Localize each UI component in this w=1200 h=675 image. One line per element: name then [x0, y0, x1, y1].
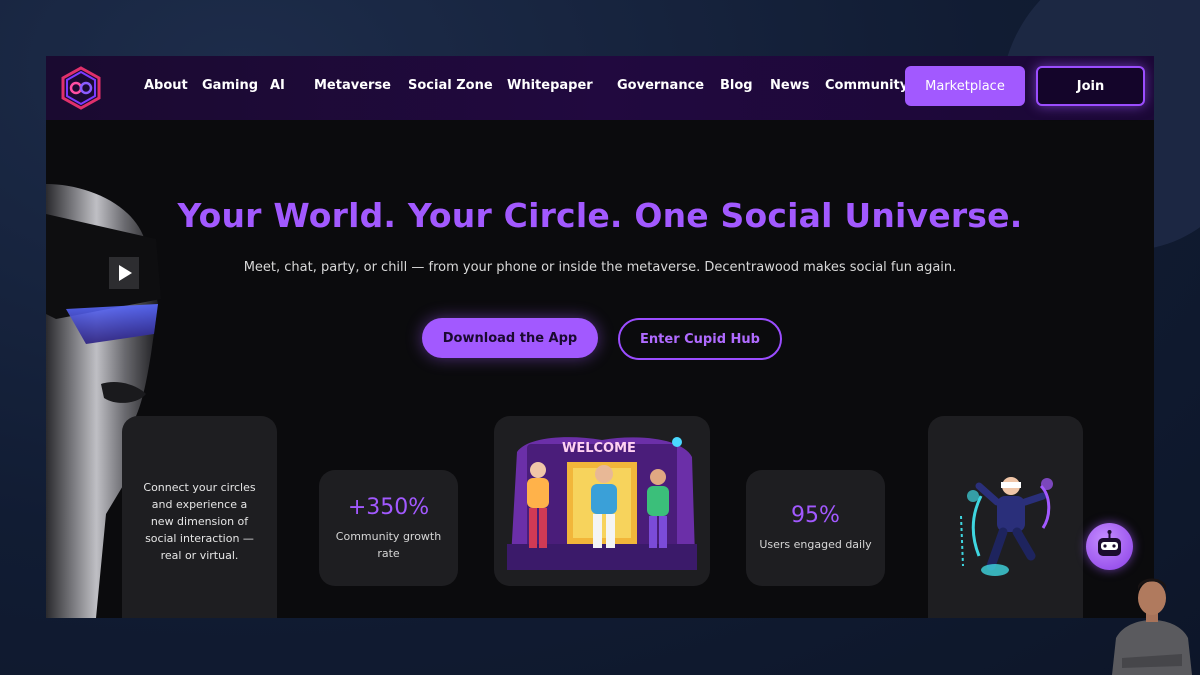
stat-engagement-value: 95% [791, 503, 840, 528]
welcome-people-illustration: WELCOME [507, 437, 697, 570]
stat-growth-label: Community growth rate [335, 529, 442, 560]
hero-headline: Your World. Your Circle. One Social Univ… [177, 196, 1023, 235]
download-app-button[interactable]: Download the App [422, 318, 598, 358]
top-navbar: About Gaming AI Metaverse Social Zone Wh… [46, 56, 1154, 120]
browser-page: About Gaming AI Metaverse Social Zone Wh… [46, 56, 1154, 618]
nav-governance[interactable]: Governance [617, 78, 704, 93]
marketplace-button[interactable]: Marketplace [905, 66, 1025, 106]
intro-card: Connect your circles and experience a ne… [122, 416, 277, 618]
chatbot-button[interactable] [1086, 523, 1133, 570]
stat-growth-value: +350% [347, 494, 430, 520]
stat-engagement-label: Users engaged daily [759, 538, 872, 551]
nav-gaming[interactable]: Gaming [202, 78, 258, 93]
nav-community[interactable]: Community [825, 78, 908, 93]
nav-blog[interactable]: Blog [720, 78, 753, 93]
vr-floating-card [928, 416, 1083, 618]
hero-subline: Meet, chat, party, or chill — from your … [243, 260, 957, 275]
welcome-sign: WELCOME [562, 441, 636, 456]
intro-card-text: Connect your circles and experience a ne… [143, 480, 256, 562]
nav-social-zone[interactable]: Social Zone [408, 78, 493, 93]
presenter-avatar [1112, 578, 1192, 675]
stat-card-engagement: 95% Users engaged daily [746, 470, 885, 586]
illustration-card: WELCOME [494, 416, 710, 586]
robot-icon [1098, 530, 1121, 556]
join-button[interactable]: Join [1036, 66, 1145, 106]
nav-about[interactable]: About [144, 78, 188, 93]
vr-floating-person-illustration [959, 477, 1053, 576]
nav-news[interactable]: News [770, 78, 809, 93]
stat-card-growth: +350% Community growth rate [319, 470, 458, 586]
enter-cupid-hub-button[interactable]: Enter Cupid Hub [618, 318, 782, 360]
nav-metaverse[interactable]: Metaverse [314, 78, 391, 93]
logo-icon[interactable] [58, 65, 104, 111]
nav-ai[interactable]: AI [270, 78, 285, 93]
nav-whitepaper[interactable]: Whitepaper [507, 78, 593, 93]
